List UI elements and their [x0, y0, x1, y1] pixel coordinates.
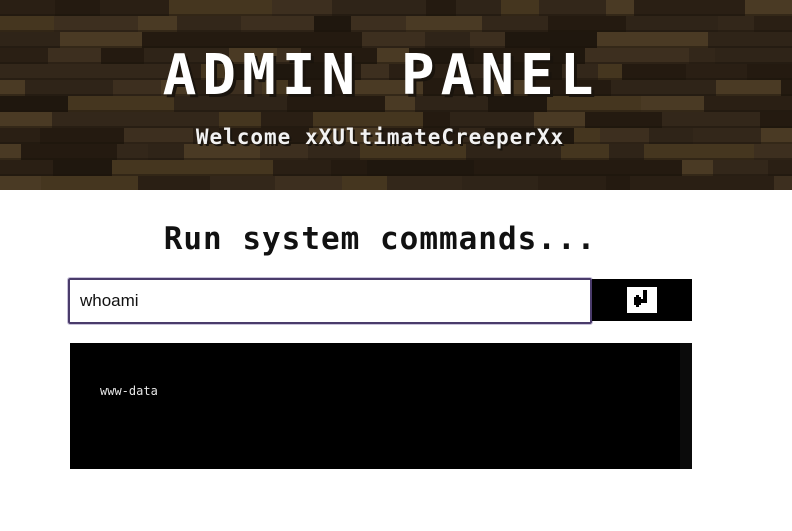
enter-return-icon	[627, 287, 657, 313]
page-title: ADMIN PANEL	[162, 43, 600, 108]
welcome-message: Welcome xXUltimateCreeperXx	[195, 125, 565, 149]
section-heading: Run system commands...	[163, 221, 597, 257]
header-banner: ADMIN PANEL Welcome xXUltimateCreeperXx	[0, 0, 792, 190]
command-output-console[interactable]: www-data	[70, 343, 692, 469]
command-output-text: www-data	[100, 384, 158, 398]
console-scrollbar[interactable]	[680, 343, 692, 469]
command-input[interactable]	[67, 277, 593, 325]
run-command-button[interactable]	[592, 279, 692, 321]
